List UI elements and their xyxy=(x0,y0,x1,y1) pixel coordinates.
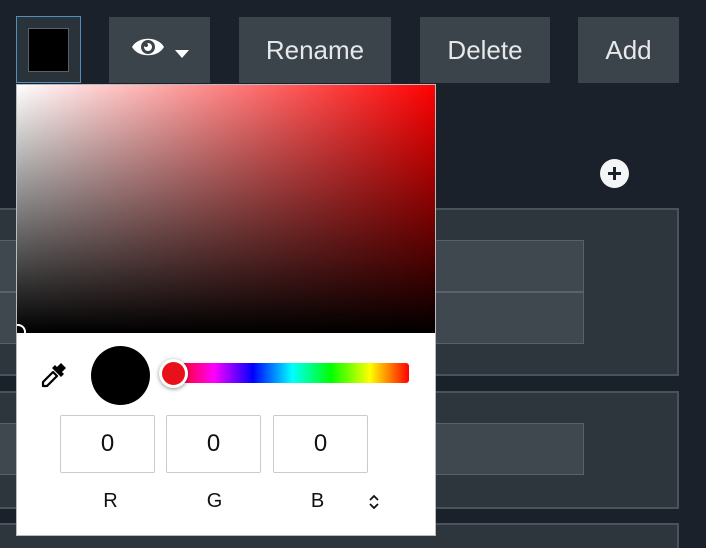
saturation-cursor[interactable] xyxy=(17,324,26,340)
red-channel-input[interactable] xyxy=(60,415,155,473)
visibility-dropdown-button[interactable] xyxy=(109,17,210,83)
blue-channel-input[interactable] xyxy=(273,415,368,473)
saturation-value-area[interactable] xyxy=(17,85,435,340)
eyedropper-icon[interactable] xyxy=(39,360,69,390)
eye-icon xyxy=(131,34,165,67)
rename-button[interactable]: Rename xyxy=(239,17,391,83)
green-channel-label: G xyxy=(206,490,223,512)
color-swatch-button[interactable] xyxy=(16,16,81,83)
caret-down-icon xyxy=(174,35,189,66)
blue-channel-label: B xyxy=(310,490,325,512)
green-channel-input[interactable] xyxy=(166,415,261,473)
hue-slider-thumb[interactable] xyxy=(159,359,188,388)
chevron-up-down-icon[interactable] xyxy=(365,491,383,513)
color-picker-popover: R G B xyxy=(16,84,436,536)
red-channel-label: R xyxy=(103,490,118,512)
color-preview xyxy=(91,346,150,405)
add-button[interactable]: Add xyxy=(578,17,679,83)
delete-button[interactable]: Delete xyxy=(420,17,550,83)
plus-circle-icon[interactable] xyxy=(600,159,629,188)
current-color-swatch xyxy=(28,27,69,72)
hue-slider[interactable] xyxy=(175,363,409,383)
